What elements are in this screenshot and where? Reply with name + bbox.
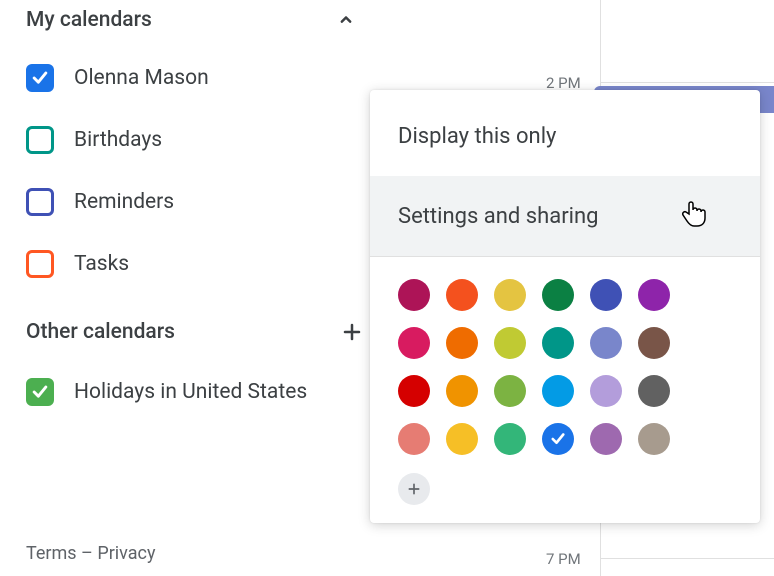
color-swatch[interactable] — [494, 327, 526, 359]
color-swatch[interactable] — [494, 279, 526, 311]
calendar-item[interactable]: Birthdays — [26, 116, 366, 164]
my-calendars-title: My calendars — [26, 8, 152, 32]
color-swatch[interactable] — [398, 375, 430, 407]
grid-hline — [600, 82, 774, 83]
add-custom-color-button[interactable] — [398, 473, 430, 505]
calendar-checkbox[interactable] — [26, 126, 54, 154]
color-swatch[interactable] — [638, 423, 670, 455]
color-swatch[interactable] — [446, 423, 478, 455]
separator: – — [77, 543, 98, 564]
color-swatch[interactable] — [398, 327, 430, 359]
calendar-checkbox[interactable] — [26, 250, 54, 278]
calendar-label: Olenna Mason — [74, 66, 209, 90]
settings-and-sharing-label: Settings and sharing — [398, 204, 599, 229]
color-picker-grid — [370, 257, 760, 473]
calendar-label: Holidays in United States — [74, 380, 307, 404]
display-this-only[interactable]: Display this only — [370, 96, 760, 176]
color-swatch[interactable] — [494, 375, 526, 407]
calendar-item[interactable]: Holidays in United States — [26, 368, 366, 416]
calendar-checkbox[interactable] — [26, 64, 54, 92]
other-calendars-title: Other calendars — [26, 320, 175, 344]
other-calendars-header[interactable]: Other calendars — [26, 318, 366, 346]
color-swatch[interactable] — [638, 327, 670, 359]
color-swatch[interactable] — [542, 279, 574, 311]
color-swatch[interactable] — [638, 375, 670, 407]
color-swatch[interactable] — [446, 375, 478, 407]
my-calendars-header[interactable]: My calendars — [26, 8, 366, 32]
color-swatch[interactable] — [590, 327, 622, 359]
calendar-item[interactable]: Olenna Mason — [26, 54, 366, 102]
color-swatch[interactable] — [638, 279, 670, 311]
color-swatch[interactable] — [590, 423, 622, 455]
privacy-link[interactable]: Privacy — [97, 543, 155, 564]
display-this-only-label: Display this only — [398, 124, 556, 149]
grid-hline — [600, 558, 774, 559]
calendar-label: Reminders — [74, 190, 174, 214]
color-swatch[interactable] — [398, 423, 430, 455]
color-swatch[interactable] — [446, 279, 478, 311]
calendar-label: Tasks — [74, 252, 129, 276]
terms-link[interactable]: Terms — [26, 543, 77, 564]
pointer-cursor-icon — [680, 198, 708, 234]
color-swatch[interactable] — [542, 423, 574, 455]
settings-and-sharing[interactable]: Settings and sharing — [370, 176, 760, 256]
calendar-sidebar: My calendars Olenna Mason Birthdays Remind… — [26, 8, 366, 430]
color-swatch[interactable] — [542, 375, 574, 407]
color-swatch[interactable] — [494, 423, 526, 455]
color-swatch[interactable] — [542, 327, 574, 359]
color-swatch[interactable] — [590, 375, 622, 407]
calendar-item[interactable]: Reminders — [26, 178, 366, 226]
calendar-checkbox[interactable] — [26, 378, 54, 406]
color-swatch[interactable] — [446, 327, 478, 359]
chevron-up-icon[interactable] — [334, 8, 358, 32]
footer: Terms – Privacy — [26, 543, 156, 564]
add-calendar-icon[interactable] — [338, 318, 366, 346]
calendar-label: Birthdays — [74, 128, 162, 152]
color-swatch[interactable] — [398, 279, 430, 311]
calendar-item[interactable]: Tasks — [26, 240, 366, 288]
time-label-7pm: 7 PM — [546, 550, 581, 568]
calendar-options-popup: Display this only Settings and sharing — [370, 90, 760, 523]
color-swatch[interactable] — [590, 279, 622, 311]
calendar-checkbox[interactable] — [26, 188, 54, 216]
